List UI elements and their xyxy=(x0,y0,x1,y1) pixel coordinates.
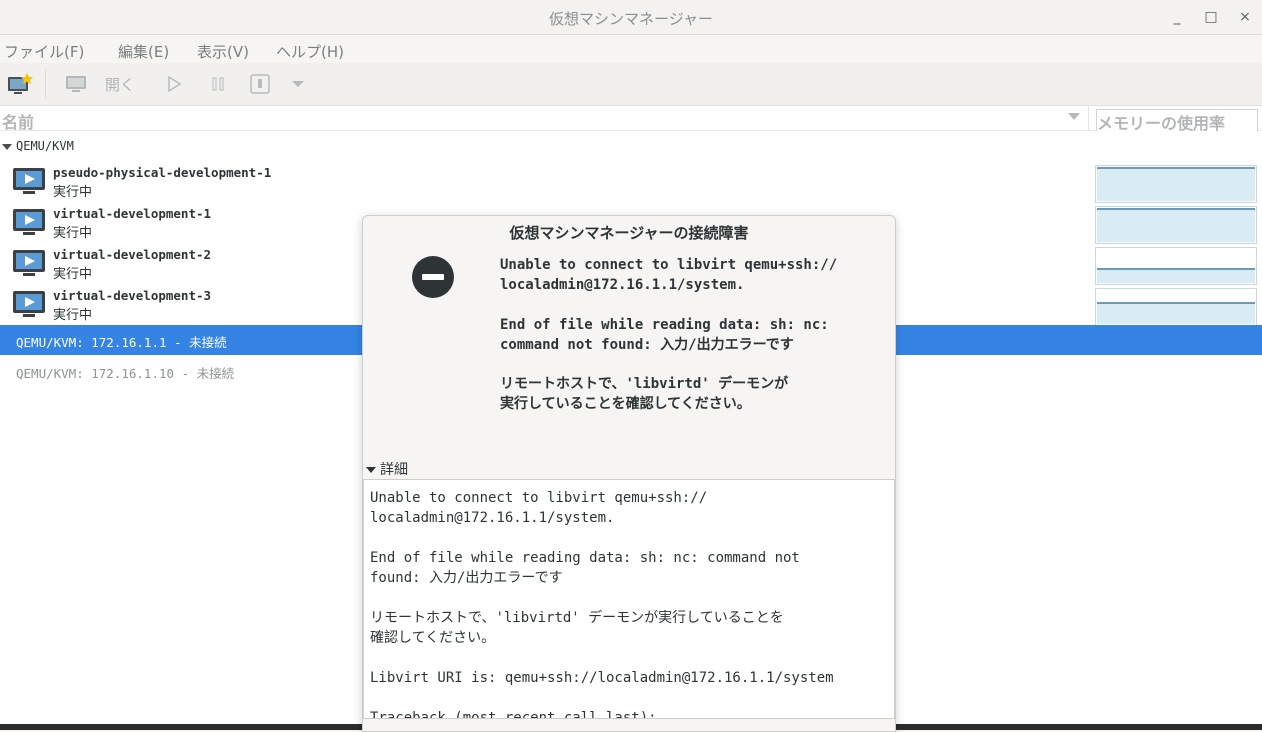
error-icon xyxy=(412,256,454,298)
maximize-button[interactable]: □ xyxy=(1202,8,1220,26)
vm-row[interactable]: pseudo-physical-development-1 実行中 xyxy=(0,163,1262,204)
shutdown-icon xyxy=(250,74,270,94)
shutdown-button[interactable] xyxy=(248,71,272,97)
vm-name: virtual-development-3 xyxy=(53,288,212,303)
error-dialog: 仮想マシンマネージャーの接続障害 Unable to connect to li… xyxy=(362,215,896,732)
menu-view[interactable]: 表示(V) xyxy=(197,41,249,62)
memory-graph-fill xyxy=(1097,268,1255,283)
connection-label: QEMU/KVM: 172.16.1.1 - 未接続 xyxy=(16,335,227,350)
details-label: 詳細 xyxy=(380,462,408,478)
column-divider xyxy=(1088,106,1089,130)
shutdown-menu-button[interactable] xyxy=(288,71,308,97)
new-vm-button[interactable] xyxy=(6,71,34,97)
vm-status: 実行中 xyxy=(53,226,93,241)
menu-edit[interactable]: 編集(E) xyxy=(118,41,169,62)
title-bar: 仮想マシンマネージャー _ □ × xyxy=(0,0,1262,35)
expander-icon xyxy=(2,144,12,150)
vm-running-icon xyxy=(13,250,45,276)
column-header: 名前 メモリーの使用率 xyxy=(0,106,1262,147)
expander-icon xyxy=(366,467,376,473)
memory-graph xyxy=(1095,288,1257,326)
details-text: Unable to connect to libvirt qemu+ssh://… xyxy=(370,490,834,719)
details-textview[interactable]: Unable to connect to libvirt qemu+ssh://… xyxy=(363,479,895,719)
vm-name: pseudo-physical-development-1 xyxy=(53,165,272,180)
vm-name: virtual-development-2 xyxy=(53,247,212,262)
toolbar-separator xyxy=(44,70,46,98)
window-title: 仮想マシンマネージャー xyxy=(549,10,713,28)
menu-file[interactable]: ファイル(F) xyxy=(4,41,84,62)
memory-graph xyxy=(1095,165,1257,203)
play-icon xyxy=(168,76,182,92)
connection-group[interactable]: QEMU/KVM xyxy=(0,139,200,155)
memory-graph-fill xyxy=(1097,166,1255,201)
vm-running-icon xyxy=(13,168,45,194)
vm-running-icon xyxy=(13,291,45,317)
menu-bar: ファイル(F) 編集(E) 表示(V) ヘルプ(H) xyxy=(0,35,1262,63)
pause-button[interactable] xyxy=(206,71,230,97)
open-button[interactable]: 開く xyxy=(100,71,140,97)
column-name[interactable]: 名前 xyxy=(2,109,34,133)
menu-help[interactable]: ヘルプ(H) xyxy=(276,41,344,62)
connection-label: QEMU/KVM xyxy=(16,139,74,153)
memory-graph-fill xyxy=(1097,208,1255,242)
memory-graph xyxy=(1095,247,1257,285)
run-button[interactable] xyxy=(162,71,186,97)
dialog-title: 仮想マシンマネージャーの接続障害 xyxy=(509,224,749,242)
error-message-2: End of file while reading data: sh: nc: … xyxy=(500,317,829,353)
vm-name: virtual-development-1 xyxy=(53,206,212,221)
monitor-icon xyxy=(66,76,86,92)
sort-arrow-icon xyxy=(1068,113,1080,120)
close-button[interactable]: × xyxy=(1236,8,1254,26)
vm-status: 実行中 xyxy=(53,267,93,282)
memory-graph-fill xyxy=(1097,302,1255,324)
vm-running-icon xyxy=(13,209,45,235)
console-button[interactable] xyxy=(62,71,90,97)
vm-status: 実行中 xyxy=(53,308,93,323)
connection-row[interactable]: QEMU/KVM: 172.16.1.10 - 未接続 xyxy=(16,363,234,382)
minimize-button[interactable]: _ xyxy=(1168,8,1186,26)
error-message-3: リモートホストで、'libvirtd' デーモンが 実行していることを確認してく… xyxy=(500,376,789,412)
toolbar: 開く xyxy=(0,63,1262,106)
chevron-down-icon xyxy=(292,81,304,87)
details-expander[interactable]: 詳細 xyxy=(366,459,408,479)
memory-graph xyxy=(1095,206,1257,244)
new-vm-icon xyxy=(8,73,33,94)
error-message-1: Unable to connect to libvirt qemu+ssh://… xyxy=(500,257,838,293)
vm-status: 実行中 xyxy=(53,185,93,200)
pause-icon xyxy=(212,77,224,91)
